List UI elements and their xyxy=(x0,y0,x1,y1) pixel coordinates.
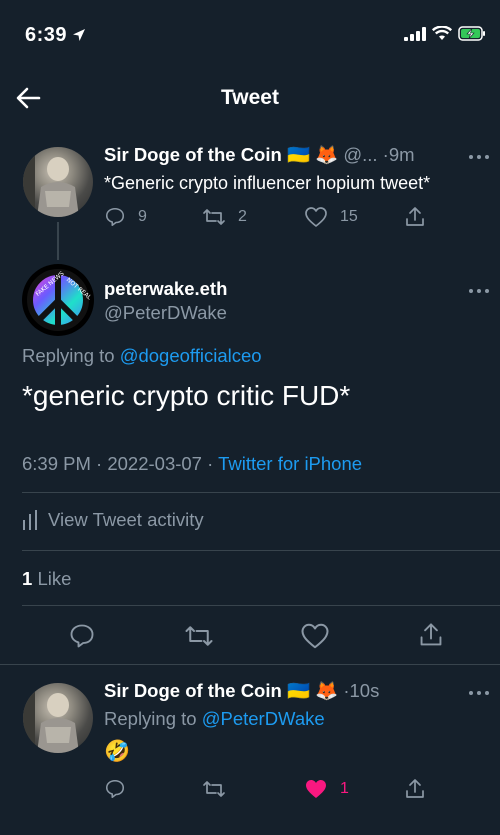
share-button[interactable] xyxy=(404,778,426,800)
tweet-time[interactable]: 9m xyxy=(389,144,415,165)
retweet-icon xyxy=(203,209,225,225)
more-button[interactable] xyxy=(468,680,490,701)
flag-badge: 🇺🇦 xyxy=(286,680,310,701)
replying-prefix: Replying to xyxy=(104,708,197,729)
tweet-text: *generic crypto critic FUD* xyxy=(22,380,351,411)
wifi-icon xyxy=(432,26,452,40)
like-count: 1 xyxy=(340,780,349,797)
share-button[interactable] xyxy=(418,621,444,654)
avatar[interactable] xyxy=(23,147,93,217)
reply-icon xyxy=(70,624,94,648)
tweet-time[interactable]: 10s xyxy=(350,680,380,701)
knight-figure-icon xyxy=(23,683,79,753)
fox-badge: 🦊 xyxy=(315,144,339,165)
divider xyxy=(22,492,500,493)
tweet-text: *Generic crypto influencer hopium tweet* xyxy=(104,173,431,193)
replying-prefix: Replying to xyxy=(22,345,115,366)
like-button[interactable] xyxy=(300,622,330,655)
more-icon xyxy=(469,289,489,293)
view-tweet-activity[interactable]: View Tweet activity xyxy=(22,509,204,531)
heart-icon xyxy=(305,207,327,227)
tweet-emoji: 🤣 xyxy=(104,740,131,763)
like-button-active[interactable]: 1 xyxy=(304,778,349,800)
view-tweet-activity-label: View Tweet activity xyxy=(48,509,204,530)
thread-line xyxy=(57,222,59,260)
share-icon xyxy=(406,207,424,226)
flag-badge: 🇺🇦 xyxy=(286,144,310,165)
knight-figure-icon xyxy=(23,147,79,217)
battery-charging-icon xyxy=(458,26,485,41)
more-icon xyxy=(469,691,489,695)
retweet-count: 2 xyxy=(238,208,247,225)
avatar[interactable]: FAKE NEWS NOT REAL xyxy=(22,264,94,336)
display-name[interactable]: Sir Doge of the Coin xyxy=(104,144,282,165)
signal-icon xyxy=(404,26,426,41)
more-button[interactable] xyxy=(468,144,490,165)
location-arrow-icon xyxy=(73,29,86,41)
more-button[interactable] xyxy=(468,278,490,299)
like-count: 15 xyxy=(340,208,358,225)
handle[interactable]: @PeterDWake xyxy=(104,302,227,324)
retweet-button[interactable] xyxy=(184,622,214,655)
reply-count: 9 xyxy=(138,208,147,225)
more-icon xyxy=(469,155,489,159)
retweet-icon xyxy=(185,626,213,646)
likes-count: 1 xyxy=(22,568,33,589)
fox-badge: 🦊 xyxy=(315,680,339,701)
retweet-button[interactable] xyxy=(202,778,226,800)
status-bar-indicators xyxy=(404,26,486,41)
retweet-icon xyxy=(203,781,225,797)
heart-icon xyxy=(301,623,329,649)
display-name[interactable]: peterwake.eth xyxy=(104,278,227,300)
replying-to-link[interactable]: @PeterDWake xyxy=(202,708,325,729)
parent-tweet-header[interactable]: Sir Doge of the Coin 🇺🇦 🦊 @... ·9m xyxy=(104,144,415,166)
replying-to: Replying to @PeterDWake xyxy=(104,708,325,730)
reply-icon xyxy=(105,207,125,227)
page-title: Tweet xyxy=(221,86,279,109)
reply-button[interactable] xyxy=(68,622,96,655)
tweet-meta: 6:39 PM · 2022-03-07 · Twitter for iPhon… xyxy=(22,453,362,475)
like-button[interactable]: 15 xyxy=(304,206,358,228)
share-button[interactable] xyxy=(404,206,426,228)
share-icon xyxy=(406,779,424,798)
reply-tweet-header[interactable]: Sir Doge of the Coin 🇺🇦 🦊 ·10s xyxy=(104,680,379,702)
divider xyxy=(22,550,500,551)
divider xyxy=(0,664,500,665)
likes-label: Like xyxy=(37,568,72,589)
handle[interactable]: @... xyxy=(343,144,377,165)
tweet-source-link[interactable]: Twitter for iPhone xyxy=(218,453,362,474)
display-name[interactable]: Sir Doge of the Coin xyxy=(104,680,282,701)
reply-icon xyxy=(105,779,125,799)
reply-button[interactable]: 9 xyxy=(104,206,147,228)
share-icon xyxy=(420,623,442,646)
retweet-button[interactable]: 2 xyxy=(202,206,247,228)
avatar[interactable] xyxy=(23,683,93,753)
analytics-icon xyxy=(23,510,37,530)
status-bar-time: 6:39 xyxy=(25,24,87,47)
replying-to: Replying to @dogeofficialceo xyxy=(22,345,262,367)
reply-button[interactable] xyxy=(104,778,126,800)
heart-filled-icon xyxy=(306,780,326,798)
likes-summary[interactable]: 1 Like xyxy=(22,568,71,590)
peace-sign-icon: FAKE NEWS NOT REAL xyxy=(27,269,91,331)
tweet-timestamp: 6:39 PM · 2022-03-07 · xyxy=(22,453,214,474)
divider xyxy=(22,605,500,606)
replying-to-link[interactable]: @dogeofficialceo xyxy=(120,345,262,366)
